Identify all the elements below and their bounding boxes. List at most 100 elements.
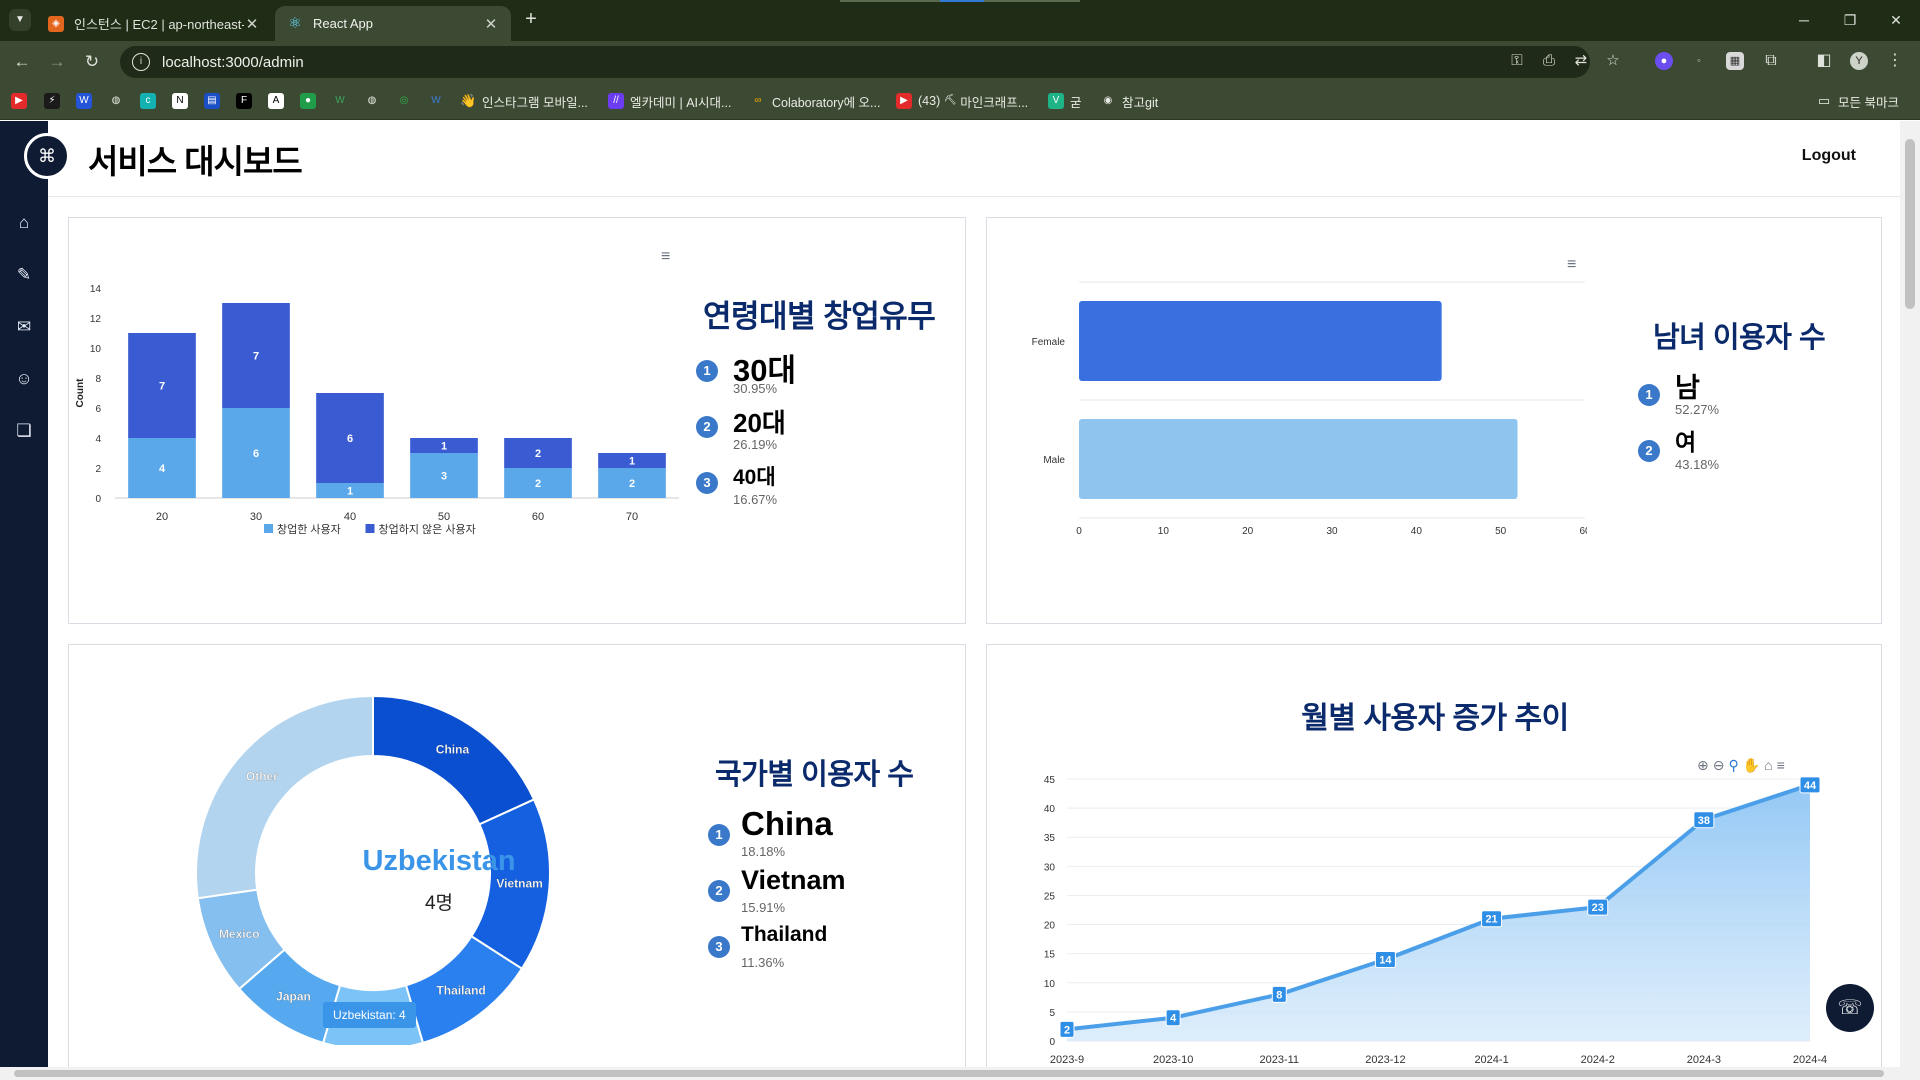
rank-percent: 43.18% bbox=[1675, 457, 1720, 472]
scrollbar-thumb[interactable] bbox=[14, 1070, 1884, 1077]
tab-react-app[interactable]: ⚛ React App ✕ bbox=[275, 6, 511, 41]
bookmark[interactable]: ◎ bbox=[396, 91, 412, 111]
age-startup-card: ≡ 0 2 4 6 8 10 12 14 Count 4 7 20 6 7 30 1 6 40 3 1 50 2 2 60 2 1… bbox=[68, 217, 966, 624]
side-panel-icon[interactable]: ◧ bbox=[1815, 52, 1833, 70]
y-tick-label: 20 bbox=[1044, 921, 1056, 932]
bookmark[interactable]: ● bbox=[300, 91, 316, 111]
age-panel-title: 연령대별 창업유무 bbox=[703, 299, 936, 334]
bookmark[interactable]: c bbox=[140, 91, 156, 111]
calendar-icon: ▤ bbox=[204, 93, 220, 109]
bookmark-instagram[interactable]: 👋 인스타그램 모바일... bbox=[460, 91, 588, 111]
x-tick-label: 2024-1 bbox=[1474, 1054, 1508, 1066]
extension-icon[interactable]: ◦ bbox=[1690, 52, 1708, 70]
extension-icon[interactable]: ● bbox=[1655, 52, 1673, 70]
donut-slice bbox=[372, 694, 536, 826]
elcademy-icon: // bbox=[608, 93, 624, 109]
tab-search-button[interactable]: ▼ bbox=[9, 9, 31, 31]
chatbot-button[interactable]: ☏ bbox=[1826, 984, 1874, 1032]
bookmark[interactable]: ▤ bbox=[204, 91, 220, 111]
bookmark[interactable]: ◍ bbox=[108, 91, 124, 111]
rank-name: 20대 bbox=[733, 408, 786, 438]
more-menu-icon[interactable]: ⋮ bbox=[1886, 52, 1904, 70]
close-icon[interactable]: ✕ bbox=[483, 15, 499, 33]
x-tick-label: 10 bbox=[1158, 526, 1170, 537]
gender-users-card: ≡ FemaleMale0102030405060 남녀 이용자 수 1 남 5… bbox=[986, 217, 1882, 624]
horizontal-scrollbar[interactable] bbox=[0, 1067, 1920, 1080]
bookmark[interactable]: ⚡ bbox=[44, 91, 60, 111]
home-icon[interactable]: ⌂ bbox=[10, 209, 38, 237]
documents-icon[interactable]: ❏ bbox=[10, 417, 38, 445]
w-icon: W bbox=[335, 95, 345, 106]
y-axis-label: Count bbox=[75, 378, 86, 408]
close-icon[interactable]: ✕ bbox=[244, 15, 260, 33]
restore-button[interactable]: ❐ bbox=[1830, 8, 1870, 32]
app-logo-icon[interactable]: ⌘ bbox=[24, 133, 70, 179]
close-window-button[interactable]: ✕ bbox=[1876, 8, 1916, 32]
extensions-puzzle-icon[interactable]: ⧉ bbox=[1762, 52, 1780, 70]
tab-ec2[interactable]: ◈ 인스턴스 | EC2 | ap-northeast- ✕ bbox=[36, 6, 272, 41]
bookmark-label: 마인크래프... bbox=[960, 95, 1029, 110]
rank-percent: 15.91% bbox=[741, 900, 786, 915]
chat-icon[interactable]: ✉ bbox=[10, 313, 38, 341]
bar bbox=[1079, 419, 1518, 499]
rank-percent: 11.36% bbox=[741, 955, 785, 970]
bookmark[interactable]: A bbox=[268, 91, 284, 111]
extension-icon[interactable]: ▦ bbox=[1726, 52, 1744, 70]
forward-button[interactable]: → bbox=[45, 50, 69, 74]
install-app-icon[interactable]: ⎙ bbox=[1538, 50, 1560, 72]
logout-button[interactable]: Logout bbox=[1802, 147, 1856, 165]
data-label: 23 bbox=[1592, 902, 1604, 914]
reload-button[interactable]: ↻ bbox=[80, 50, 104, 74]
monthly-panel-title: 월별 사용자 증가 추이 bbox=[1301, 702, 1569, 735]
y-tick-label: 12 bbox=[90, 314, 102, 325]
bookmark[interactable]: N bbox=[172, 91, 188, 111]
y-tick-label: 2 bbox=[95, 464, 101, 475]
site-info-icon[interactable]: i bbox=[132, 53, 150, 71]
slice-label: Japan bbox=[276, 990, 311, 1004]
y-tick-label: 35 bbox=[1044, 833, 1056, 844]
all-bookmarks-folder[interactable]: ▭ 모든 북마크 bbox=[1816, 91, 1899, 111]
scrollbar-thumb[interactable] bbox=[1905, 139, 1915, 309]
bookmark-github[interactable]: ◉ 참고git bbox=[1100, 91, 1159, 111]
country-users-card: China Vietnam Thailand Uzbekistan Japan Mexic… bbox=[68, 644, 966, 1074]
bookmark[interactable]: ◍ bbox=[364, 91, 380, 111]
rank-percent: 18.18% bbox=[741, 844, 786, 859]
tab-title: React App bbox=[313, 16, 373, 31]
bookmark-youtube[interactable]: ▶ bbox=[11, 91, 27, 111]
donut-tooltip: Uzbekistan: 4 bbox=[323, 1002, 416, 1028]
bookmark-vue[interactable]: V굳 bbox=[1048, 91, 1082, 111]
bookmark[interactable]: W bbox=[332, 91, 348, 111]
profile-avatar[interactable]: Y bbox=[1850, 52, 1868, 70]
rank-badge: 1 bbox=[708, 824, 730, 846]
url-text: localhost:3000/admin bbox=[162, 53, 304, 71]
x-tick-label: 0 bbox=[1076, 526, 1082, 537]
w-icon: W bbox=[76, 93, 92, 109]
bookmark-youtube-minecraft[interactable]: ▶ (43) ⛏ 마인크래프... bbox=[896, 91, 1028, 111]
bookmark-star-icon[interactable]: ☆ bbox=[1602, 50, 1624, 72]
x-tick-label: 50 bbox=[438, 511, 450, 523]
notion-icon: N bbox=[172, 93, 188, 109]
bookmark-elcademy[interactable]: // 엘카데미 | AI시대... bbox=[608, 91, 731, 111]
new-tab-button[interactable]: + bbox=[520, 9, 542, 31]
edit-document-icon[interactable]: ✎ bbox=[10, 261, 38, 289]
bookmark[interactable]: W bbox=[428, 91, 444, 111]
y-tick-label: 15 bbox=[1044, 950, 1056, 961]
y-tick-label: 10 bbox=[90, 344, 102, 355]
password-key-icon[interactable]: ⚿ bbox=[1506, 50, 1528, 72]
bar-data-label: 7 bbox=[253, 351, 259, 363]
bookmark-colab[interactable]: ∞ Colaboratory에 오... bbox=[750, 91, 880, 111]
bolt-icon: ⚡ bbox=[44, 93, 60, 109]
vertical-scrollbar[interactable] bbox=[1900, 121, 1920, 1067]
y-tick-label: Female bbox=[1032, 337, 1066, 348]
address-bar[interactable]: i localhost:3000/admin bbox=[120, 46, 1590, 78]
bookmark[interactable]: W bbox=[76, 91, 92, 111]
translate-icon[interactable]: ⇄ bbox=[1570, 50, 1592, 72]
globe-icon: ◍ bbox=[367, 95, 377, 106]
f-icon: F bbox=[236, 93, 252, 109]
bookmark[interactable]: F bbox=[236, 91, 252, 111]
user-icon[interactable]: ☺ bbox=[10, 365, 38, 393]
sidebar: ⌂ ✎ ✉ ☺ ❏ bbox=[0, 121, 48, 1067]
slice-label: Other bbox=[246, 770, 278, 784]
minimize-button[interactable]: ─ bbox=[1784, 8, 1824, 32]
back-button[interactable]: ← bbox=[10, 50, 34, 74]
